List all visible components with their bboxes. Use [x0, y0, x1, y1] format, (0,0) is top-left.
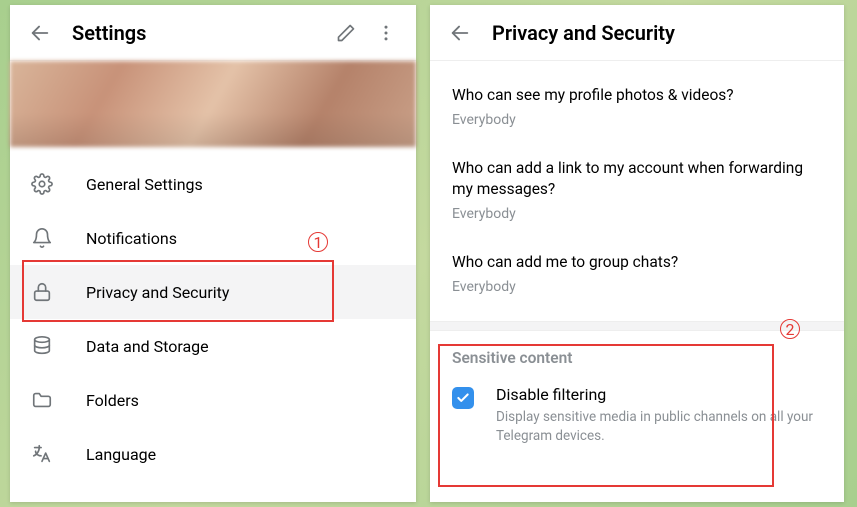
back-button[interactable]	[440, 13, 480, 53]
gear-icon	[30, 172, 54, 196]
privacy-question: Who can see my profile photos & videos?	[452, 85, 822, 106]
privacy-item-forward-link[interactable]: Who can add a link to my account when fo…	[430, 144, 844, 238]
menu-item-language[interactable]: Language	[10, 427, 416, 481]
edit-button[interactable]	[326, 13, 366, 53]
privacy-title: Privacy and Security	[480, 21, 834, 45]
menu-label: Notifications	[86, 229, 177, 248]
more-button[interactable]	[366, 13, 406, 53]
privacy-panel: Privacy and Security Who can see my prof…	[430, 5, 844, 502]
menu-item-folders[interactable]: Folders	[10, 373, 416, 427]
settings-panel: Settings General Settings Notifications	[10, 5, 416, 502]
menu-item-privacy-and-security[interactable]: Privacy and Security	[10, 265, 416, 319]
menu-label: Data and Storage	[86, 337, 209, 356]
database-icon	[30, 334, 54, 358]
menu-label: General Settings	[86, 175, 203, 194]
privacy-value: Everybody	[452, 206, 822, 222]
menu-label: Privacy and Security	[86, 283, 229, 302]
menu-label: Language	[86, 445, 156, 464]
back-button[interactable]	[20, 13, 60, 53]
settings-title: Settings	[60, 21, 326, 45]
privacy-item-profile-photos[interactable]: Who can see my profile photos & videos? …	[430, 71, 844, 144]
checkbox-description: Display sensitive media in public channe…	[496, 408, 822, 446]
annotation-number-1: 1	[308, 232, 328, 252]
settings-menu: General Settings Notifications Privacy a…	[10, 147, 416, 491]
privacy-item-group-chats[interactable]: Who can add me to group chats? Everybody	[430, 238, 844, 311]
privacy-value: Everybody	[452, 112, 822, 128]
menu-label: Folders	[86, 391, 139, 410]
checkbox-checked-icon	[452, 387, 474, 409]
bell-icon	[30, 226, 54, 250]
privacy-options-list: Who can see my profile photos & videos? …	[430, 61, 844, 321]
privacy-header: Privacy and Security	[430, 5, 844, 61]
sensitive-content-header: Sensitive content	[430, 331, 844, 375]
disable-filtering-row[interactable]: Disable filtering Display sensitive medi…	[430, 375, 844, 464]
privacy-value: Everybody	[452, 279, 822, 295]
profile-banner[interactable]	[10, 61, 416, 147]
lock-icon	[30, 280, 54, 304]
menu-item-data-and-storage[interactable]: Data and Storage	[10, 319, 416, 373]
menu-item-notifications[interactable]: Notifications	[10, 211, 416, 265]
folder-icon	[30, 388, 54, 412]
more-vertical-icon	[376, 23, 396, 43]
language-icon	[30, 442, 54, 466]
arrow-left-icon	[449, 22, 471, 44]
pencil-icon	[336, 23, 356, 43]
checkbox-title: Disable filtering	[496, 385, 822, 404]
menu-item-general-settings[interactable]: General Settings	[10, 157, 416, 211]
privacy-question: Who can add a link to my account when fo…	[452, 158, 822, 200]
annotation-number-2: 2	[780, 319, 800, 339]
privacy-question: Who can add me to group chats?	[452, 252, 822, 273]
settings-header: Settings	[10, 5, 416, 61]
arrow-left-icon	[29, 22, 51, 44]
